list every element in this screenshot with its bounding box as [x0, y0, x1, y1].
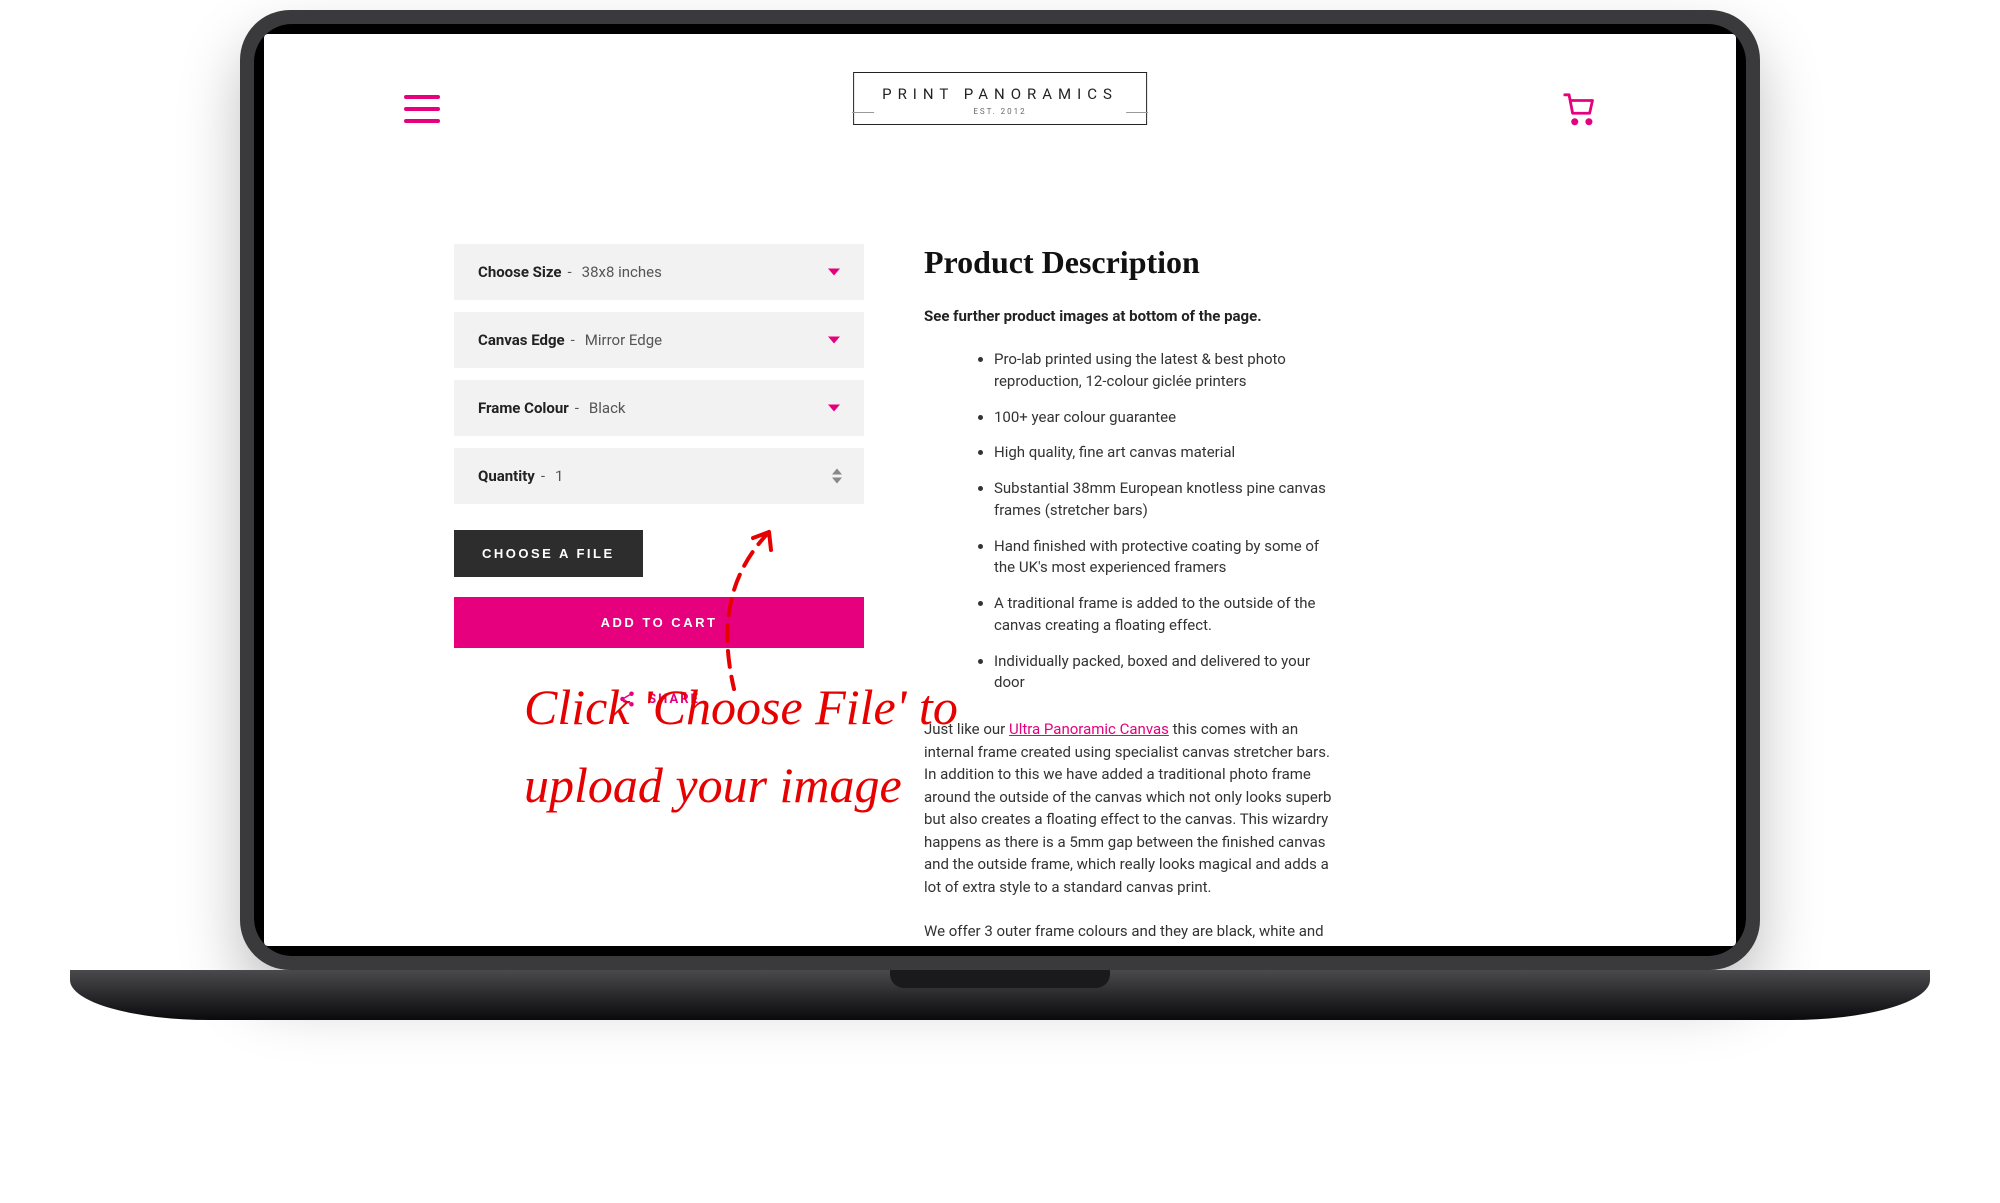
description-paragraph: Just like our Ultra Panoramic Canvas thi…	[924, 718, 1334, 898]
feature-item: Individually packed, boxed and delivered…	[994, 651, 1334, 695]
logo-text-sub: EST. 2012	[882, 107, 1118, 116]
laptop-bezel: PRINT PANORAMICS EST. 2012	[240, 10, 1760, 970]
share-label: SHARE	[648, 692, 700, 707]
option-label: Choose Size	[478, 263, 562, 281]
feature-list: Pro-lab printed using the latest & best …	[924, 349, 1334, 694]
feature-item: 100+ year colour guarantee	[994, 407, 1334, 429]
option-label: Canvas Edge	[478, 331, 565, 349]
option-value: 38x8 inches	[582, 263, 662, 281]
canvas-edge-select[interactable]: Canvas Edge - Mirror Edge	[454, 312, 864, 368]
frame-colour-select[interactable]: Frame Colour - Black	[454, 380, 864, 436]
choose-size-select[interactable]: Choose Size - 38x8 inches	[454, 244, 864, 300]
chevron-down-icon	[828, 269, 840, 276]
laptop-notch	[890, 970, 1110, 988]
feature-item: A traditional frame is added to the outs…	[994, 593, 1334, 637]
option-value: 1	[555, 467, 563, 485]
chevron-down-icon	[828, 337, 840, 344]
share-icon	[618, 690, 636, 708]
product-description-panel: Product Description See further product …	[924, 244, 1334, 946]
chevron-down-icon	[828, 405, 840, 412]
option-label: Quantity	[478, 467, 535, 485]
ultra-panoramic-link[interactable]: Ultra Panoramic Canvas	[1009, 720, 1169, 738]
site-logo[interactable]: PRINT PANORAMICS EST. 2012	[853, 72, 1147, 125]
stepper-arrows-icon	[832, 469, 842, 484]
option-value: Black	[589, 399, 626, 417]
add-to-cart-button[interactable]: ADD TO CART	[454, 597, 864, 648]
laptop-screen: PRINT PANORAMICS EST. 2012	[254, 24, 1746, 956]
option-label: Frame Colour	[478, 399, 569, 417]
hamburger-menu-icon[interactable]	[404, 95, 440, 123]
cart-icon[interactable]	[1562, 92, 1596, 126]
description-paragraph: We offer 3 outer frame colours and they …	[924, 920, 1334, 946]
logo-text-main: PRINT PANORAMICS	[882, 85, 1118, 103]
browser-viewport: PRINT PANORAMICS EST. 2012	[264, 34, 1736, 946]
option-value: Mirror Edge	[585, 331, 662, 349]
site-header: PRINT PANORAMICS EST. 2012	[264, 34, 1736, 154]
feature-item: Pro-lab printed using the latest & best …	[994, 349, 1334, 393]
description-subheading: See further product images at bottom of …	[924, 307, 1334, 325]
share-button[interactable]: SHARE	[454, 690, 864, 708]
feature-item: Substantial 38mm European knotless pine …	[994, 478, 1334, 522]
product-options-panel: Choose Size - 38x8 inches Canvas Edge - …	[454, 244, 864, 946]
feature-item: High quality, fine art canvas material	[994, 442, 1334, 464]
laptop-mockup: PRINT PANORAMICS EST. 2012	[240, 10, 1760, 1010]
feature-item: Hand finished with protective coating by…	[994, 536, 1334, 580]
description-heading: Product Description	[924, 244, 1334, 281]
choose-file-button[interactable]: CHOOSE A FILE	[454, 530, 643, 577]
laptop-base	[70, 970, 1930, 1020]
quantity-stepper[interactable]: Quantity - 1	[454, 448, 864, 504]
product-content: Choose Size - 38x8 inches Canvas Edge - …	[264, 154, 1736, 946]
